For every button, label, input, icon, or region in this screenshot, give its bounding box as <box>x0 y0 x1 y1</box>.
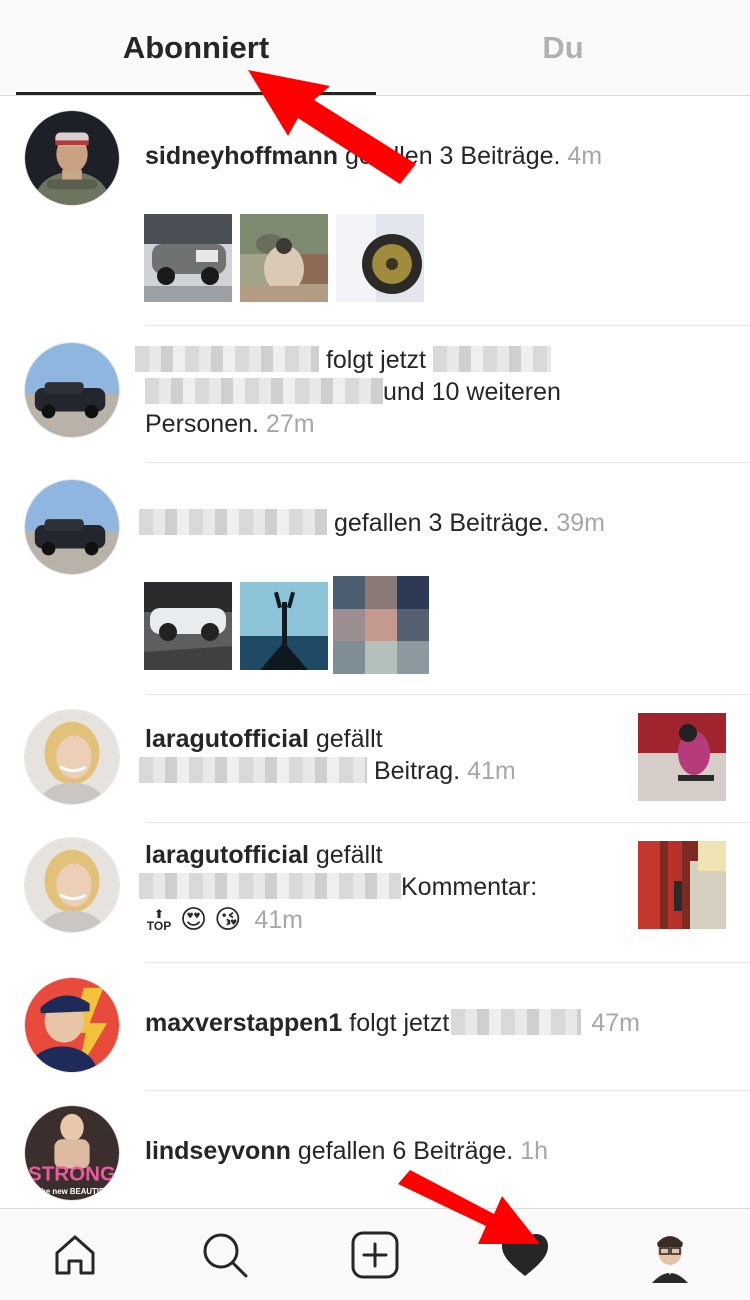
home-icon <box>55 1235 95 1275</box>
post-thumbnail-blurred[interactable] <box>333 576 429 674</box>
notification-item[interactable]: gefallen 3 Beiträge. 39m <box>0 463 750 695</box>
search-icon <box>203 1233 248 1278</box>
annotation-arrow <box>248 70 416 184</box>
avatar[interactable] <box>24 977 120 1073</box>
profile-tab[interactable] <box>640 1225 700 1285</box>
avatar[interactable] <box>24 479 120 575</box>
notification-text: gefallen 3 Beiträge. <box>327 509 557 537</box>
notification-text: Kommentar: <box>401 873 538 901</box>
avatar[interactable] <box>24 709 120 805</box>
tab-you[interactable]: Du <box>376 0 750 96</box>
redacted-username <box>145 378 383 404</box>
notification-item[interactable]: laragutofficial gefällt Kommentar: ⬆ TOP … <box>0 823 750 963</box>
notification-text: gefällt <box>308 725 383 753</box>
post-thumbnail[interactable] <box>240 582 328 670</box>
notification-text: folgt jetzt <box>342 1009 450 1037</box>
svg-text:is the new BEAUTIFUL: is the new BEAUTIFUL <box>30 1187 115 1196</box>
post-thumbnail[interactable] <box>240 214 328 302</box>
top-emoji: ⬆ TOP <box>146 907 172 933</box>
notification-text: und 10 weiteren <box>383 378 561 406</box>
notification-text: folgt jetzt <box>325 346 427 374</box>
timestamp: 1h <box>520 1137 549 1165</box>
bottom-navigation <box>0 1208 750 1300</box>
username-link[interactable]: laragutofficial <box>145 725 309 753</box>
timestamp: 41m <box>254 906 303 934</box>
notification-text: Personen. <box>145 410 266 438</box>
notification-item[interactable]: maxverstappen1 folgt jetzt 47m <box>0 963 750 1091</box>
username-link[interactable]: lindseyvonn <box>145 1137 291 1165</box>
redacted-username <box>139 873 401 899</box>
timestamp: 41m <box>467 757 516 785</box>
notification-text: gefallen 6 Beiträge. <box>290 1137 521 1165</box>
timestamp: 47m <box>591 1009 640 1037</box>
redacted-username <box>139 509 327 535</box>
avatar[interactable] <box>24 110 120 206</box>
username-link[interactable]: maxverstappen1 <box>145 1009 342 1037</box>
avatar[interactable] <box>24 342 120 438</box>
redacted-username <box>135 346 319 372</box>
profile-avatar <box>642 1227 698 1283</box>
notification-text: gefällt <box>308 841 383 869</box>
redacted-username <box>139 757 367 783</box>
redacted-username <box>451 1009 582 1035</box>
notification-item[interactable]: folgt jetzt und 10 weiteren Personen. 27… <box>0 326 750 463</box>
timestamp: 27m <box>265 410 315 438</box>
svg-text:STRONG: STRONG <box>28 1162 116 1185</box>
home-tab[interactable] <box>45 1225 105 1285</box>
timestamp: 4m <box>567 142 603 170</box>
post-thumbnail[interactable] <box>638 841 726 929</box>
username-link[interactable]: laragutofficial <box>145 841 309 869</box>
annotation-arrow <box>398 1170 540 1244</box>
timestamp: 39m <box>556 509 605 537</box>
search-tab[interactable] <box>195 1225 255 1285</box>
emoji-reactions: 😍 😘 <box>179 904 242 934</box>
notification-item[interactable]: STRONG is the new BEAUTIFUL lindseyvonn … <box>0 1091 750 1208</box>
avatar[interactable] <box>24 837 120 933</box>
post-thumbnail[interactable] <box>144 582 232 670</box>
post-thumbnail[interactable] <box>336 214 424 302</box>
post-thumbnail[interactable] <box>144 214 232 302</box>
redacted-username <box>432 346 551 372</box>
notification-item[interactable]: laragutofficial gefällt Beitrag. 41m <box>0 695 750 823</box>
post-thumbnail[interactable] <box>638 713 726 801</box>
avatar[interactable]: STRONG is the new BEAUTIFUL <box>24 1105 120 1201</box>
notification-text: Beitrag. <box>373 757 468 785</box>
